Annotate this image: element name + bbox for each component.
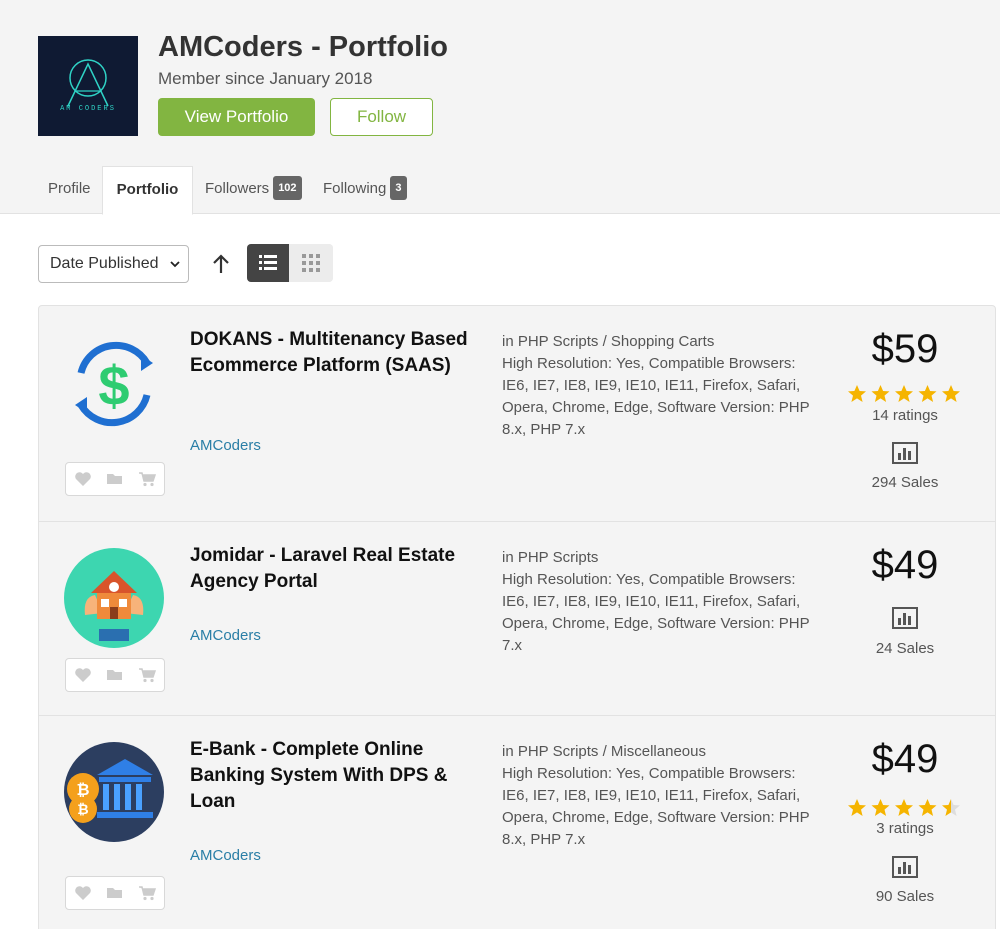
item-meta: in PHP Scripts / Shopping Carts High Res… xyxy=(502,331,822,441)
sales-count: 24 Sales xyxy=(875,640,935,657)
sort-select[interactable]: Date Published xyxy=(38,245,189,283)
list-item: $ DOKANS - Multitenancy Based Ecommerce … xyxy=(39,306,995,521)
item-title[interactable]: DOKANS - Multitenancy Based Ecommerce Pl… xyxy=(190,327,480,379)
member-since: Member since January 2018 xyxy=(158,69,373,88)
folder-icon[interactable] xyxy=(106,885,124,901)
item-category[interactable]: in PHP Scripts / Shopping Carts xyxy=(502,331,822,353)
tab-followers[interactable]: Followers 102 xyxy=(205,166,302,214)
item-meta: in PHP Scripts High Resolution: Yes, Com… xyxy=(502,547,822,657)
grid-view-icon xyxy=(302,254,320,272)
list-item: Jomidar - Laravel Real Estate Agency Por… xyxy=(39,521,995,715)
item-category[interactable]: in PHP Scripts / Miscellaneous xyxy=(502,741,822,763)
amcoders-logo-icon: AM CODERS xyxy=(60,59,116,113)
item-price: $59 xyxy=(871,327,939,371)
item-author-link[interactable]: AMCoders xyxy=(190,627,261,644)
item-actions xyxy=(65,658,165,692)
view-mode-toggle xyxy=(247,244,333,282)
star-icon xyxy=(942,799,960,816)
list-view-button[interactable] xyxy=(247,244,289,282)
tab-profile[interactable]: Profile xyxy=(48,166,91,214)
star-icon xyxy=(895,799,913,816)
item-author-link[interactable]: AMCoders xyxy=(190,437,261,454)
heart-icon[interactable] xyxy=(74,885,92,901)
cart-icon[interactable] xyxy=(138,667,157,683)
item-attributes: High Resolution: Yes, Compatible Browser… xyxy=(502,765,810,848)
rating-stars xyxy=(847,798,963,818)
item-thumbnail[interactable]: ₿ ₿ xyxy=(63,741,165,843)
item-category[interactable]: in PHP Scripts xyxy=(502,547,822,569)
chevron-down-icon xyxy=(170,261,180,268)
list-item: ₿ ₿ E-Bank - Complete Online Banking Sys… xyxy=(39,715,995,929)
bank-bitcoin-icon: ₿ ₿ xyxy=(64,742,164,842)
svg-text:₿: ₿ xyxy=(76,781,89,799)
item-thumbnail[interactable]: $ xyxy=(63,333,165,435)
star-icon xyxy=(871,385,890,402)
star-icon xyxy=(848,799,866,816)
dollar-cycle-icon: $ xyxy=(75,341,153,427)
star-icon xyxy=(895,385,913,402)
following-count-badge: 3 xyxy=(390,176,407,201)
cart-icon[interactable] xyxy=(138,471,157,487)
svg-text:₿: ₿ xyxy=(77,801,88,817)
item-thumbnail[interactable] xyxy=(63,547,165,649)
star-icon xyxy=(918,385,937,402)
heart-icon[interactable] xyxy=(74,667,92,683)
item-meta: in PHP Scripts / Miscellaneous High Reso… xyxy=(502,741,822,851)
svg-text:$: $ xyxy=(98,354,129,417)
item-title[interactable]: Jomidar - Laravel Real Estate Agency Por… xyxy=(190,543,480,595)
sort-select-value: Date Published xyxy=(50,255,159,272)
followers-count-badge: 102 xyxy=(273,176,302,201)
view-portfolio-button[interactable]: View Portfolio xyxy=(158,98,315,136)
folder-icon[interactable] xyxy=(106,667,124,683)
item-actions xyxy=(65,876,165,910)
list-view-icon xyxy=(259,255,277,270)
item-title[interactable]: E-Bank - Complete Online Banking System … xyxy=(190,737,480,815)
bar-chart-icon xyxy=(892,856,918,878)
item-author-link[interactable]: AMCoders xyxy=(190,847,261,864)
ratings-count: 3 ratings xyxy=(876,820,934,837)
bar-chart-icon xyxy=(892,442,918,464)
tab-portfolio[interactable]: Portfolio xyxy=(102,166,193,215)
house-in-hands-icon xyxy=(64,548,164,648)
avatar[interactable]: AM CODERS xyxy=(38,36,138,136)
cart-icon[interactable] xyxy=(138,885,157,901)
star-icon xyxy=(848,385,866,402)
folder-icon[interactable] xyxy=(106,471,124,487)
star-icon xyxy=(942,385,960,402)
profile-header: AM CODERS AMCoders - Portfolio Member si… xyxy=(0,0,1000,215)
page-title: AMCoders - Portfolio xyxy=(158,31,448,63)
star-icon xyxy=(918,799,937,816)
item-attributes: High Resolution: Yes, Compatible Browser… xyxy=(502,571,810,654)
ratings-count: 14 ratings xyxy=(872,407,938,424)
sales-count: 294 Sales xyxy=(871,474,939,491)
follow-button[interactable]: Follow xyxy=(330,98,433,136)
tab-following[interactable]: Following 3 xyxy=(323,166,407,214)
item-price: $49 xyxy=(871,543,939,587)
item-actions xyxy=(65,462,165,496)
heart-icon[interactable] xyxy=(74,471,92,487)
item-price: $49 xyxy=(871,737,939,781)
bar-chart-icon xyxy=(892,607,918,629)
portfolio-list: $ DOKANS - Multitenancy Based Ecommerce … xyxy=(38,305,996,929)
sales-count: 90 Sales xyxy=(875,888,935,905)
svg-text:AM CODERS: AM CODERS xyxy=(60,105,116,113)
arrow-up-icon[interactable] xyxy=(209,252,233,276)
rating-stars xyxy=(847,384,963,404)
star-icon xyxy=(871,799,890,816)
item-attributes: High Resolution: Yes, Compatible Browser… xyxy=(502,355,810,438)
grid-view-button[interactable] xyxy=(289,244,333,282)
